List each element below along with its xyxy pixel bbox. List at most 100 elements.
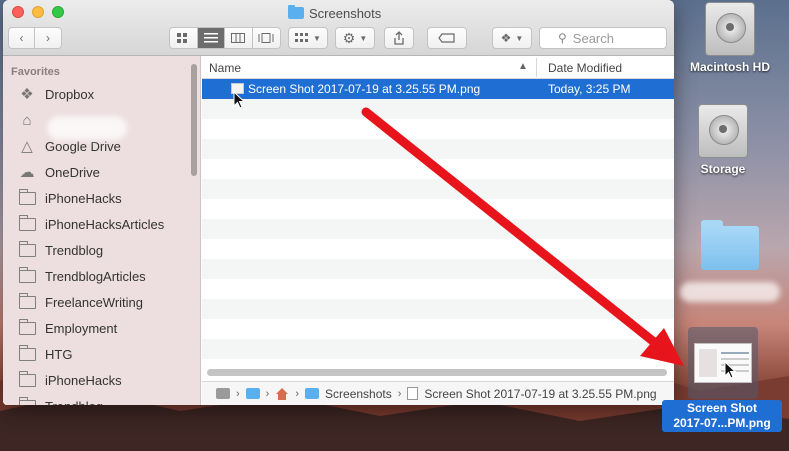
desktop-item-storage[interactable]: Storage	[673, 104, 773, 176]
sidebar-item[interactable]: Employment	[17, 317, 117, 339]
path-separator-icon: ›	[397, 387, 402, 400]
sidebar-item[interactable]: ⌂	[17, 109, 45, 131]
arrange-grid-icon	[295, 33, 309, 42]
sidebar-item[interactable]: Trendblog	[17, 395, 103, 405]
empty-row	[202, 199, 674, 219]
folder-icon	[17, 188, 37, 206]
empty-row	[202, 99, 674, 119]
list-icon	[203, 33, 218, 43]
share-button[interactable]	[384, 27, 414, 49]
folder-icon	[288, 5, 304, 19]
hard-drive-icon	[705, 2, 755, 56]
empty-row	[202, 259, 674, 279]
forward-button[interactable]: ›	[35, 28, 61, 48]
sidebar-item-label: TrendblogArticles	[45, 268, 146, 284]
sidebar-item[interactable]: iPhoneHacks	[17, 369, 122, 391]
icon-view-button[interactable]	[170, 28, 198, 48]
sidebar-item-label: Google Drive	[45, 138, 121, 154]
sidebar-item[interactable]: HTG	[17, 343, 72, 365]
folder-icon	[17, 396, 37, 405]
file-name: Screen Shot 2017-07-19 at 3.25.55 PM.png	[248, 82, 481, 96]
folder-icon	[17, 370, 37, 388]
folder-icon	[17, 240, 37, 258]
screenshot-thumbnail-icon	[694, 343, 752, 383]
sidebar-item-label: Trendblog	[45, 399, 103, 406]
arrange-button[interactable]: ▼	[288, 27, 328, 49]
folder-icon	[17, 344, 37, 362]
cover-flow-button[interactable]	[253, 28, 280, 48]
title-bar: Screenshots ‹ › ▼ ⚙ ▼ ❖ ▼ ⚲ Search	[3, 0, 674, 56]
search-input[interactable]	[572, 30, 663, 46]
folder-icon	[17, 214, 37, 232]
hard-drive-icon	[698, 104, 748, 158]
chevron-down-icon: ▼	[515, 33, 524, 43]
empty-row	[202, 119, 674, 139]
desktop-selected-label: Screen Shot 2017-07...PM.png	[662, 400, 782, 432]
path-folder[interactable]: Screenshots	[325, 387, 392, 401]
sidebar-scrollbar[interactable]	[191, 64, 197, 176]
zoom-button[interactable]	[52, 6, 64, 18]
desktop-item-folder[interactable]	[675, 220, 785, 302]
dropbox-toolbar-button[interactable]: ❖ ▼	[492, 27, 532, 49]
list-view-button[interactable]	[197, 28, 225, 48]
window-title: Screenshots	[288, 5, 381, 21]
file-list: Name ▲ Date Modified Screen Shot 2017-07…	[202, 56, 674, 405]
sidebar-item-label: FreelanceWriting	[45, 294, 144, 310]
dropbox-icon: ❖	[20, 86, 34, 103]
columns-icon	[231, 33, 246, 43]
desktop-item-screenshot[interactable]	[688, 327, 758, 399]
sidebar-item-label: Employment	[45, 320, 118, 336]
view-mode-control	[169, 27, 281, 49]
empty-row	[202, 139, 674, 159]
google-drive-icon: △	[21, 138, 33, 155]
back-button[interactable]: ‹	[9, 28, 36, 48]
chevron-down-icon: ▼	[359, 33, 368, 43]
tags-button[interactable]	[427, 27, 467, 49]
drive-icon[interactable]	[216, 388, 230, 399]
cloud-icon: ☁	[19, 164, 35, 181]
date-modified-column-header[interactable]: Date Modified	[548, 61, 622, 75]
sort-ascending-icon: ▲	[518, 61, 528, 72]
empty-row	[202, 239, 674, 259]
sidebar-item-label: OneDrive	[45, 164, 100, 180]
chevron-left-icon: ‹	[19, 31, 24, 45]
path-file[interactable]: Screen Shot 2017-07-19 at 3.25.55 PM.png	[424, 387, 656, 401]
close-button[interactable]	[12, 6, 24, 18]
file-icon	[407, 387, 419, 400]
empty-row	[202, 339, 674, 359]
sidebar-item[interactable]: iPhoneHacks	[17, 187, 122, 209]
blurred-username	[47, 116, 127, 140]
sidebar: Favorites ❖ Dropbox ⌂ △ Google Drive ☁ OneDriv…	[3, 56, 201, 405]
sidebar-item[interactable]: Trendblog	[17, 239, 103, 261]
desktop-selected-label-line1: Screen Shot	[686, 401, 758, 415]
png-file-icon	[231, 83, 244, 94]
path-bar: › › › Screenshots › Screen Shot 2017-07-…	[202, 381, 674, 405]
home-icon[interactable]	[275, 387, 289, 400]
name-column-header[interactable]: Name	[209, 61, 241, 75]
sidebar-item[interactable]: TrendblogArticles	[17, 265, 146, 287]
column-view-button[interactable]	[225, 28, 253, 48]
minimize-button[interactable]	[32, 6, 44, 18]
sidebar-item[interactable]: iPhoneHacksArticles	[17, 213, 164, 235]
action-button[interactable]: ⚙ ▼	[335, 27, 375, 49]
window-title-text: Screenshots	[309, 5, 382, 21]
search-field[interactable]: ⚲	[539, 27, 667, 49]
sidebar-item[interactable]: ☁ OneDrive	[17, 161, 100, 183]
desktop-item-macintosh-hd[interactable]: Macintosh HD	[680, 2, 780, 74]
empty-row	[202, 319, 674, 339]
blurred-folder-label	[680, 282, 780, 302]
folder-icon[interactable]	[245, 388, 260, 399]
empty-row	[202, 219, 674, 239]
sidebar-item[interactable]: FreelanceWriting	[17, 291, 143, 313]
file-row[interactable]: Screen Shot 2017-07-19 at 3.25.55 PM.png…	[202, 79, 674, 99]
file-rows: Screen Shot 2017-07-19 at 3.25.55 PM.png…	[202, 79, 674, 375]
search-icon: ⚲	[558, 31, 567, 45]
chevron-down-icon: ▼	[313, 33, 321, 43]
folder-icon	[17, 266, 37, 284]
grid-icon	[177, 33, 188, 43]
column-divider[interactable]	[536, 58, 537, 77]
dropbox-icon: ❖	[500, 31, 512, 45]
sidebar-item-label: iPhoneHacksArticles	[45, 216, 165, 232]
sidebar-item[interactable]: ❖ Dropbox	[17, 83, 94, 105]
horizontal-scrollbar[interactable]	[207, 369, 667, 376]
